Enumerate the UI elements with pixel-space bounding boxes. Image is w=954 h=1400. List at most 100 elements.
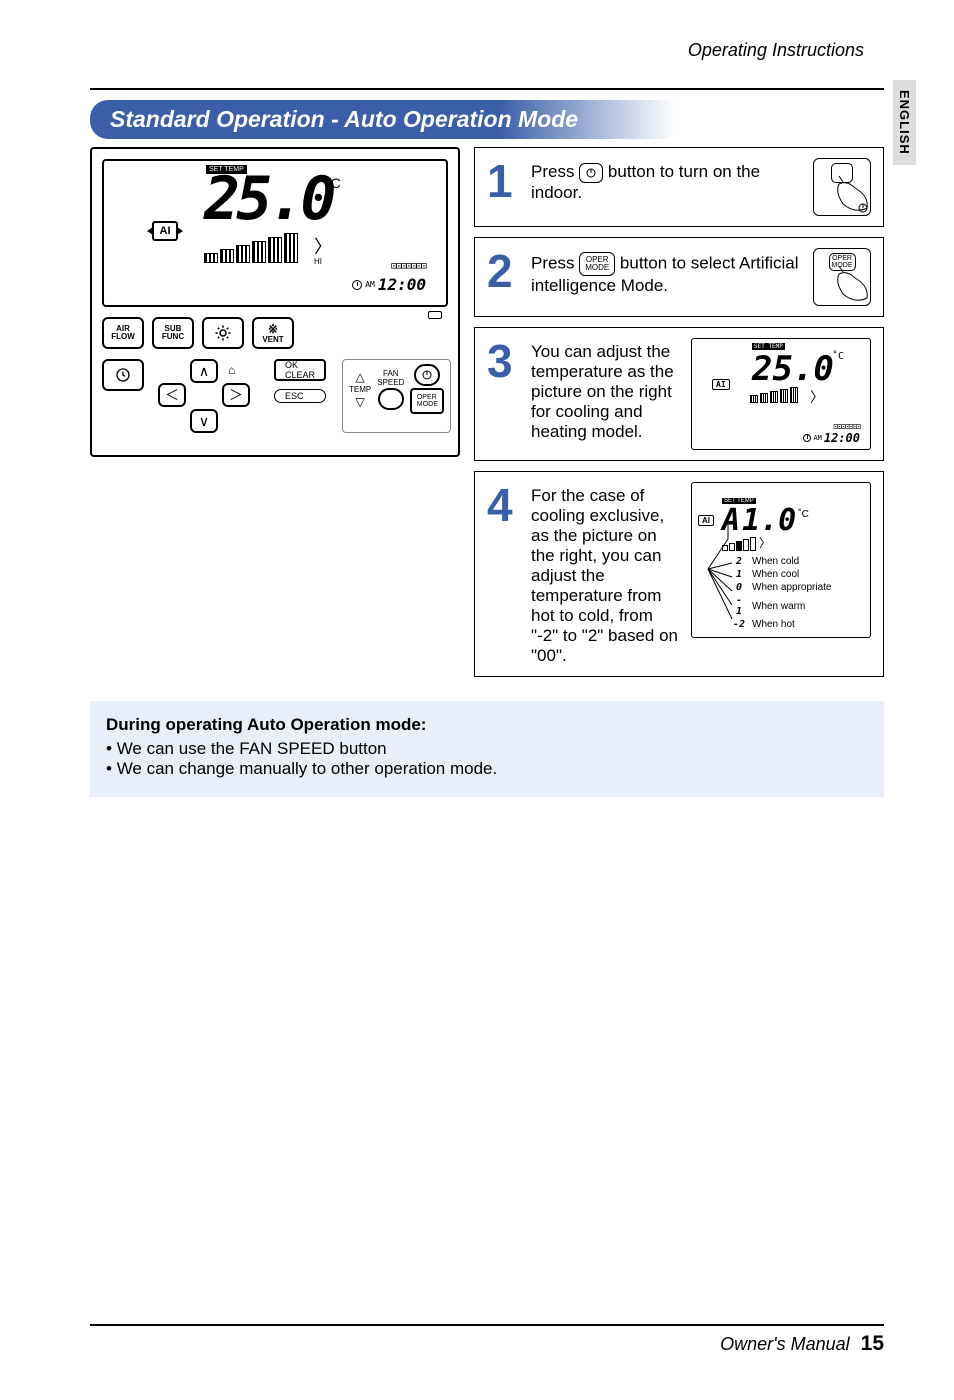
- scale-row: 2 When cold: [732, 555, 864, 568]
- fan-arrow-icon: 〉: [810, 387, 824, 407]
- callout-leader-line: [704, 519, 734, 629]
- hand-icon: [829, 174, 869, 214]
- remote-illustration: SET TEMP 25.0 ˚C AI 〉 HI ⊡⊡⊡⊡⊡⊡⊡ AM 12:0…: [90, 147, 460, 457]
- press-gesture-icon: [813, 158, 871, 216]
- step-2: 2 Press OPER MODE button to select Artif…: [474, 237, 884, 317]
- timer-button[interactable]: [102, 359, 144, 391]
- mode-cluster: △ TEMP ▽ FAN SPEED: [342, 359, 451, 433]
- note-box: During operating Auto Operation mode: • …: [90, 701, 884, 797]
- page-footer: Owner's Manual 15: [90, 1324, 884, 1356]
- fan-bars-icon: [750, 387, 798, 403]
- top-rule: [90, 88, 884, 90]
- ai-mode-icon: AI: [152, 221, 178, 241]
- press-gesture-icon: OPER MODE: [813, 248, 871, 306]
- scale-list: 2When cold 1When cool 0When appropriate …: [732, 555, 864, 631]
- up-button[interactable]: ∧: [190, 359, 218, 383]
- step-number: 1: [487, 158, 519, 204]
- oper-mode-button[interactable]: OPER MODE: [410, 388, 444, 414]
- step-text-pre: Press: [531, 162, 579, 181]
- temp-readout: 25.0: [204, 169, 333, 229]
- scale-glyph: - 1: [732, 595, 746, 617]
- am-label: AM: [365, 280, 375, 289]
- temp-down-icon[interactable]: ▽: [356, 395, 365, 409]
- settings-button[interactable]: [202, 317, 244, 349]
- scale-row: 1 When cool: [732, 568, 864, 581]
- power-icon: [421, 369, 433, 381]
- step-number: 2: [487, 248, 519, 294]
- scale-label: When cool: [752, 569, 799, 580]
- clock-icon: [803, 434, 811, 442]
- note-bullet: • We can change manually to other operat…: [106, 759, 868, 779]
- esc-button[interactable]: ESC: [274, 389, 326, 403]
- vent-button[interactable]: ※ VENT: [252, 317, 294, 349]
- scale-label: When cold: [752, 556, 799, 567]
- gear-icon: [214, 324, 232, 342]
- dpad: ∧ ∨ ＜ ＞ ⌂: [154, 359, 264, 433]
- step-text: You can adjust the temperature as the pi…: [531, 338, 679, 442]
- step-number: 3: [487, 338, 519, 384]
- left-button[interactable]: ＜: [158, 383, 186, 407]
- airflow-button[interactable]: AIR FLOW: [102, 317, 144, 349]
- clock-time: 12:00: [378, 275, 426, 294]
- footer-book: Owner's Manual: [720, 1334, 850, 1354]
- mini-unit: ˚C: [832, 351, 844, 362]
- weekday-dots-icon: ⊡⊡⊡⊡⊡⊡⊡: [833, 422, 860, 431]
- home-icon: ⌂: [228, 363, 235, 377]
- cooling-scale-callout: AI SET TEMP A 1.0 ˚C: [691, 482, 871, 638]
- note-text: We can use the FAN SPEED button: [117, 739, 387, 758]
- down-button[interactable]: ∨: [190, 409, 218, 433]
- fan-hi-label: HI: [314, 257, 322, 266]
- power-button-inline: [579, 163, 603, 183]
- fanspeed-label: FAN SPEED: [377, 369, 404, 387]
- vent-label: VENT: [262, 336, 283, 344]
- hand-icon: [829, 264, 869, 304]
- temp-label: TEMP: [349, 385, 371, 394]
- footer-page-number: 15: [861, 1332, 884, 1355]
- opermode-button-inline: OPER MODE: [579, 252, 615, 276]
- temp-up-icon[interactable]: △: [356, 370, 365, 384]
- fan-arrow-icon: 〉: [314, 233, 332, 259]
- vent-icon: ※: [268, 323, 278, 335]
- scale-label: When appropriate: [752, 582, 832, 593]
- power-button[interactable]: [414, 364, 440, 386]
- section-header: Operating Instructions: [688, 40, 864, 61]
- step-number: 4: [487, 482, 519, 528]
- clock-icon: [352, 280, 362, 290]
- step-1: 1 Press button to turn on the indoor.: [474, 147, 884, 227]
- page-title: Standard Operation - Auto Operation Mode: [110, 106, 578, 132]
- scale-row: 0 When appropriate: [732, 581, 864, 594]
- step-text: Press OPER MODE button to select Artific…: [531, 248, 801, 296]
- step-text-pre: Press: [531, 253, 579, 272]
- scale-glyph: 1: [732, 569, 746, 580]
- step-4: 4 For the case of cooling exclusive, as …: [474, 471, 884, 677]
- fan-bars-icon: [204, 233, 298, 263]
- mini-temp: 25.0: [752, 349, 834, 389]
- mini-time: 12:00: [824, 431, 860, 445]
- scale-label: When hot: [752, 619, 795, 630]
- scale-row: -2 When hot: [732, 618, 864, 631]
- step-text: For the case of cooling exclusive, as th…: [531, 482, 679, 666]
- scale-glyph: 0: [732, 582, 746, 593]
- note-bullet: • We can use the FAN SPEED button: [106, 739, 868, 759]
- weekday-dots-icon: ⊡⊡⊡⊡⊡⊡⊡: [391, 261, 426, 272]
- ai-mode-icon: AI: [712, 379, 730, 390]
- scale-row: - 1 When warm: [732, 594, 864, 618]
- mini-lcd-heatcool: SET TEMP 25.0 ˚C AI 〉 ⊡⊡⊡⊡⊡⊡⊡: [691, 338, 871, 450]
- note-text: We can change manually to other operatio…: [117, 759, 498, 778]
- fan-speed-button[interactable]: [378, 388, 404, 410]
- ok-clear-button[interactable]: OK CLEAR: [274, 359, 326, 381]
- scale-glyph: 2: [732, 556, 746, 567]
- remote-lcd: SET TEMP 25.0 ˚C AI 〉 HI ⊡⊡⊡⊡⊡⊡⊡ AM 12:0…: [102, 159, 448, 307]
- note-title: During operating Auto Operation mode:: [106, 715, 868, 735]
- ir-led-icon: [428, 311, 442, 319]
- fan-arrow-icon: 〉: [759, 534, 771, 551]
- step-text: Press button to turn on the indoor.: [531, 158, 801, 203]
- power-icon: [585, 167, 597, 179]
- page-title-bar: Standard Operation - Auto Operation Mode: [90, 100, 675, 139]
- scale-glyph: -2: [732, 619, 746, 630]
- am-label: AM: [813, 434, 821, 442]
- scale-label: When warm: [752, 601, 805, 612]
- subfunc-button[interactable]: SUB FUNC: [152, 317, 194, 349]
- language-tab: ENGLISH: [893, 80, 916, 165]
- right-button[interactable]: ＞: [222, 383, 250, 407]
